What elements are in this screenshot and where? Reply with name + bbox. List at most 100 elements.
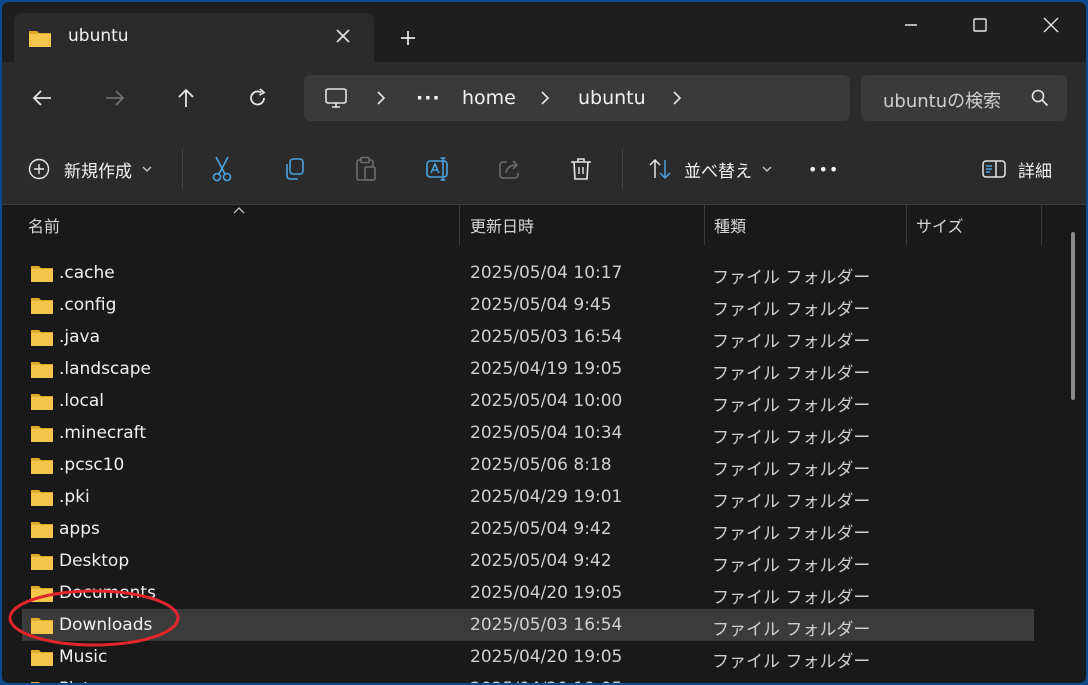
breadcrumb-home[interactable]: home <box>462 75 516 121</box>
file-name[interactable]: .config <box>59 295 116 315</box>
file-row[interactable]: .pcsc10 2025/05/06 8:18 ファイル フォルダー <box>22 449 1034 481</box>
chevron-right-icon[interactable] <box>672 75 682 121</box>
scissors-icon <box>212 156 232 182</box>
file-modified-date: 2025/05/03 16:54 <box>470 615 623 635</box>
arrow-up-icon <box>178 88 194 107</box>
maximize-icon <box>973 18 987 32</box>
file-modified-date: 2025/04/20 19:05 <box>470 583 623 603</box>
red-circle-annotation <box>8 589 180 647</box>
column-header-date[interactable]: 更新日時 <box>470 205 534 245</box>
file-row[interactable]: .config 2025/05/04 9:45 ファイル フォルダー <box>22 289 1034 321</box>
new-tab-button[interactable] <box>394 24 422 52</box>
column-divider[interactable] <box>1041 205 1042 245</box>
sort-icon <box>649 158 671 180</box>
folder-icon <box>31 426 53 442</box>
file-type: ファイル フォルダー <box>712 268 871 288</box>
paste-button[interactable] <box>354 152 378 186</box>
file-row[interactable]: .pki 2025/04/29 19:01 ファイル フォルダー <box>22 481 1034 513</box>
column-header-size[interactable]: サイズ <box>916 205 964 245</box>
search-box[interactable]: ubuntuの検索 <box>861 75 1067 121</box>
column-divider[interactable] <box>906 205 907 245</box>
column-divider[interactable] <box>704 205 705 245</box>
file-type: ファイル フォルダー <box>712 428 871 448</box>
folder-icon <box>31 650 53 666</box>
file-row[interactable]: .landscape 2025/04/19 19:05 ファイル フォルダー <box>22 353 1034 385</box>
file-row[interactable]: apps 2025/05/04 9:42 ファイル フォルダー <box>22 513 1034 545</box>
column-header-type[interactable]: 種類 <box>714 205 746 245</box>
file-type: ファイル フォルダー <box>712 492 871 512</box>
vertical-scrollbar[interactable] <box>1071 232 1075 400</box>
details-pane-icon <box>982 160 1006 178</box>
close-icon <box>336 29 350 43</box>
plus-circle-icon <box>28 158 50 180</box>
breadcrumb-ubuntu[interactable]: ubuntu <box>578 75 646 121</box>
this-pc-button[interactable] <box>324 75 348 121</box>
file-row[interactable]: Desktop 2025/05/04 9:42 ファイル フォルダー <box>22 545 1034 577</box>
search-input[interactable]: ubuntuの検索 <box>883 87 1008 113</box>
file-row[interactable]: .cache 2025/05/04 10:17 ファイル フォルダー <box>22 257 1034 289</box>
folder-icon <box>31 490 53 506</box>
file-name[interactable]: .local <box>59 391 104 411</box>
folder-icon <box>31 266 53 282</box>
file-name[interactable]: .java <box>59 327 100 347</box>
file-name[interactable]: Desktop <box>59 551 129 571</box>
plus-icon <box>401 31 415 45</box>
tab-title: ubuntu <box>68 26 129 46</box>
file-type: ファイル フォルダー <box>712 396 871 416</box>
maximize-button[interactable] <box>957 8 1003 42</box>
command-bar: 新規作成 並べ替え ••• 詳細 <box>2 134 1086 205</box>
address-bar[interactable]: ··· home ubuntu <box>304 75 850 121</box>
file-name[interactable]: Music <box>59 647 107 667</box>
chevron-right-icon[interactable] <box>376 75 386 121</box>
folder-icon <box>31 522 53 538</box>
separator <box>622 149 623 189</box>
file-name[interactable]: Pictures <box>59 679 126 683</box>
column-header-name[interactable]: 名前 <box>28 205 60 245</box>
file-name[interactable]: .landscape <box>59 359 151 379</box>
tab-close-button[interactable] <box>330 22 356 50</box>
forward-button[interactable] <box>95 82 135 114</box>
chevron-right-icon[interactable] <box>540 75 550 121</box>
file-row[interactable]: .minecraft 2025/05/04 10:34 ファイル フォルダー <box>22 417 1034 449</box>
details-pane-button[interactable]: 詳細 <box>982 152 1052 186</box>
breadcrumb-overflow[interactable]: ··· <box>416 75 441 121</box>
new-button[interactable]: 新規作成 <box>28 152 152 186</box>
file-type: ファイル フォルダー <box>712 556 871 576</box>
folder-icon <box>31 362 53 378</box>
sort-button[interactable]: 並べ替え <box>648 152 772 186</box>
cut-button[interactable] <box>210 152 234 186</box>
window-close-button[interactable] <box>1028 8 1074 42</box>
sort-button-label: 並べ替え <box>684 161 752 182</box>
minimize-icon <box>905 24 917 26</box>
copy-button[interactable] <box>282 152 306 186</box>
file-name[interactable]: .pki <box>59 487 90 507</box>
file-modified-date: 2025/04/19 19:05 <box>470 359 623 379</box>
file-type: ファイル フォルダー <box>712 364 871 384</box>
delete-button[interactable] <box>570 152 592 186</box>
share-button[interactable] <box>498 152 522 186</box>
file-row[interactable]: .java 2025/05/03 16:54 ファイル フォルダー <box>22 321 1034 353</box>
file-modified-date: 2025/05/04 9:42 <box>470 551 612 571</box>
refresh-button[interactable] <box>238 82 278 114</box>
column-divider[interactable] <box>459 205 460 245</box>
file-name[interactable]: apps <box>59 519 100 539</box>
file-modified-date: 2025/05/04 10:17 <box>470 263 623 283</box>
file-name[interactable]: .pcsc10 <box>59 455 124 475</box>
file-name[interactable]: .minecraft <box>59 423 146 443</box>
file-type: ファイル フォルダー <box>712 524 871 544</box>
chevron-down-icon <box>142 166 152 172</box>
file-name[interactable]: .cache <box>59 263 115 283</box>
file-modified-date: 2025/05/04 9:42 <box>470 519 612 539</box>
back-button[interactable] <box>22 82 62 114</box>
file-row[interactable]: Pictures 2025/04/20 19:05 ファイル フォルダー <box>22 673 1034 683</box>
minimize-button[interactable] <box>888 8 934 42</box>
chevron-down-icon <box>762 166 772 172</box>
clipboard-icon <box>356 156 376 181</box>
rename-button[interactable] <box>426 152 452 186</box>
up-button[interactable] <box>166 82 206 114</box>
tab-ubuntu[interactable]: ubuntu <box>14 13 374 62</box>
more-options-button[interactable]: ••• <box>808 152 839 186</box>
file-row[interactable]: .local 2025/05/04 10:00 ファイル フォルダー <box>22 385 1034 417</box>
refresh-icon <box>250 88 266 106</box>
folder-icon <box>29 31 51 47</box>
